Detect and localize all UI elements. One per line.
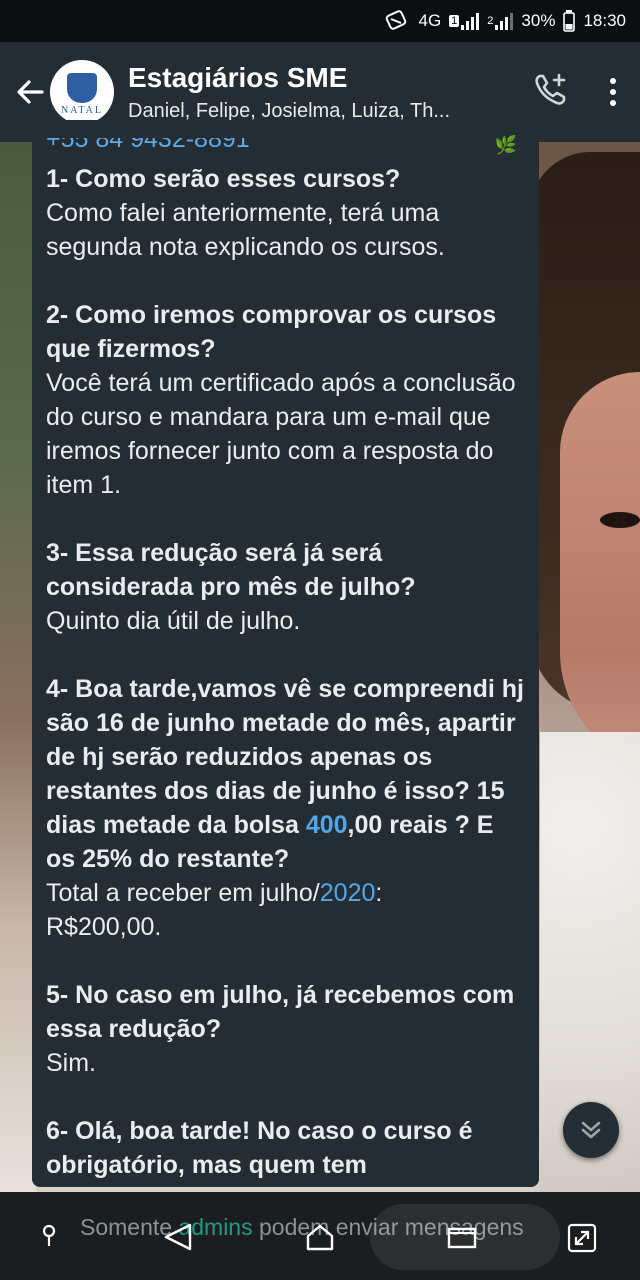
more-vert-icon bbox=[610, 78, 616, 84]
more-options-button[interactable] bbox=[610, 78, 616, 106]
pin-icon bbox=[42, 1224, 56, 1246]
avatar-text: NATAL bbox=[61, 104, 103, 116]
message-bubble[interactable]: +55 84 9432-8891 🌿 1- Como serão esses c… bbox=[32, 120, 539, 1187]
nfc-icon bbox=[384, 10, 410, 32]
answer-text: Como falei anteriormente, terá uma segun… bbox=[46, 199, 445, 261]
answer-text-part: : bbox=[375, 879, 383, 907]
wallpaper-face bbox=[560, 372, 640, 772]
status-bar: 4G 1 2 30% 18:30 bbox=[0, 0, 640, 42]
double-chevron-down-icon bbox=[581, 1121, 601, 1139]
question-text: 5- No caso em julho, já recebemos com es… bbox=[46, 981, 515, 1043]
bottom-bar: Somente admins podem enviar mensagens bbox=[0, 1192, 640, 1280]
emoji-icon: 🌿 bbox=[494, 135, 517, 155]
number-link[interactable]: 2020 bbox=[320, 879, 376, 907]
question-text: 2- Como iremos comprovar os cursos que f… bbox=[46, 301, 497, 363]
number-link[interactable]: 400 bbox=[306, 811, 348, 839]
scroll-down-button[interactable] bbox=[563, 1102, 619, 1158]
triangle-back-icon bbox=[164, 1223, 192, 1251]
question-text: 1- Como serão esses cursos? bbox=[46, 165, 401, 193]
answer-text: Quinto dia útil de julho. bbox=[46, 607, 301, 635]
wallpaper-left-strip bbox=[0, 142, 36, 1192]
sim2-badge: 2 bbox=[487, 15, 494, 27]
network-type: 4G bbox=[418, 11, 442, 30]
add-call-button[interactable] bbox=[532, 71, 570, 114]
nav-expand-button[interactable] bbox=[566, 1222, 598, 1259]
faq-item-3: 3- Essa redução será já será considerada… bbox=[46, 536, 525, 638]
clock: 18:30 bbox=[583, 11, 626, 30]
wallpaper-eye bbox=[600, 512, 640, 528]
faq-item-6: 6- Olá, boa tarde! No caso o curso é obr… bbox=[46, 1114, 525, 1182]
nav-assist-button[interactable] bbox=[38, 1222, 60, 1255]
recents-icon bbox=[447, 1227, 477, 1249]
faq-item-1: 1- Como serão esses cursos? Como falei a… bbox=[46, 162, 525, 264]
nav-home-button[interactable] bbox=[304, 1222, 336, 1257]
answer-amount: R$200,00. bbox=[46, 913, 162, 941]
sim2-signal-icon: 2 bbox=[487, 12, 514, 30]
faq-item-4: 4- Boa tarde,vamos vê se compreendi hj s… bbox=[46, 672, 525, 944]
add-call-icon bbox=[535, 73, 566, 105]
group-avatar[interactable]: NATAL bbox=[50, 60, 114, 124]
question-text: 3- Essa redução será já será considerada… bbox=[46, 539, 416, 601]
answer-text: Total a receber em julho/2020: bbox=[46, 876, 525, 910]
faq-item-5: 5- No caso em julho, já recebemos com es… bbox=[46, 978, 525, 1080]
question-text: 4- Boa tarde,vamos vê se compreendi hj s… bbox=[46, 672, 525, 876]
question-text: 6- Olá, boa tarde! No caso o curso é obr… bbox=[46, 1117, 473, 1179]
answer-text: Sim. bbox=[46, 1049, 96, 1077]
answer-text: Você terá um certificado após a conclusã… bbox=[46, 369, 516, 499]
system-nav-bar bbox=[0, 1192, 640, 1280]
answer-text-part: Total a receber em julho/ bbox=[46, 879, 320, 907]
battery-percent: 30% bbox=[521, 11, 556, 30]
expand-icon bbox=[567, 1223, 597, 1253]
nav-back-button[interactable] bbox=[162, 1222, 194, 1257]
battery-icon bbox=[563, 10, 576, 32]
nav-recents-button[interactable] bbox=[446, 1222, 478, 1257]
sim1-signal-icon: 1 bbox=[449, 12, 480, 30]
sender-phone-partial[interactable]: +55 84 9432-8891 bbox=[46, 138, 250, 156]
chat-info[interactable]: Estagiários SME Daniel, Felipe, Josielma… bbox=[128, 62, 532, 123]
home-icon bbox=[306, 1224, 334, 1251]
faq-item-2: 2- Como iremos comprovar os cursos que f… bbox=[46, 298, 525, 502]
group-name: Estagiários SME bbox=[128, 61, 348, 93]
back-arrow-icon bbox=[17, 80, 44, 104]
crest-icon bbox=[67, 72, 97, 103]
sim1-badge: 1 bbox=[449, 15, 460, 27]
